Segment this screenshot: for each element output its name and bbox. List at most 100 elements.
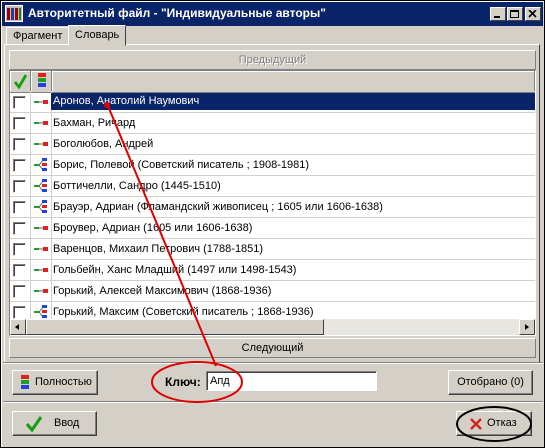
single-link-icon bbox=[34, 121, 48, 125]
minimize-button[interactable] bbox=[490, 7, 506, 21]
single-link-icon bbox=[34, 247, 48, 251]
row-type-cell bbox=[31, 113, 52, 133]
row-checkbox[interactable] bbox=[13, 285, 26, 298]
row-author-name: Брауэр, Адриан (Фламандский живописец ; … bbox=[53, 201, 383, 213]
stack-icon bbox=[21, 375, 29, 389]
row-check-cell bbox=[10, 239, 31, 259]
window-title: Авторитетный файл - "Индивидуальные авто… bbox=[28, 6, 326, 20]
list-item[interactable]: Брауэр, Адриан (Фламандский живописец ; … bbox=[10, 197, 535, 218]
check-column-header[interactable] bbox=[10, 71, 31, 91]
row-type-cell bbox=[31, 92, 52, 112]
row-author-name: Горький, Максим (Советский писатель ; 18… bbox=[53, 306, 314, 318]
list-header bbox=[10, 71, 535, 93]
full-button[interactable]: Полностью bbox=[12, 370, 98, 395]
maximize-icon bbox=[510, 10, 519, 18]
full-button-label: Полностью bbox=[35, 376, 92, 388]
enter-button[interactable]: Ввод bbox=[12, 411, 97, 436]
row-checkbox[interactable] bbox=[13, 138, 26, 151]
multi-link-icon bbox=[34, 305, 47, 318]
scroll-right-button[interactable] bbox=[519, 319, 535, 335]
cross-icon bbox=[470, 418, 482, 430]
row-checkbox[interactable] bbox=[13, 306, 26, 319]
row-author-name: Боголюбов, Андрей bbox=[53, 138, 154, 150]
multi-link-icon bbox=[34, 158, 47, 171]
row-author-name: Варенцов, Михаил Петрович (1788-1851) bbox=[53, 243, 264, 255]
list-item[interactable]: Аронов, Анатолий Наумович bbox=[10, 92, 535, 113]
minimize-icon bbox=[494, 16, 500, 18]
key-input[interactable]: Апд bbox=[206, 371, 377, 391]
row-type-cell bbox=[31, 281, 52, 301]
scroll-thumb[interactable] bbox=[26, 319, 324, 335]
row-check-cell bbox=[10, 260, 31, 280]
multi-link-icon bbox=[34, 179, 47, 192]
maximize-button[interactable] bbox=[507, 7, 523, 21]
row-author-name: Боттичелли, Сандро (1445-1510) bbox=[53, 180, 221, 192]
row-checkbox[interactable] bbox=[13, 201, 26, 214]
row-type-cell bbox=[31, 134, 52, 154]
list-item[interactable]: Бахман, Ричард bbox=[10, 113, 535, 134]
next-button[interactable]: Следующий bbox=[9, 338, 536, 358]
arrow-left-icon bbox=[15, 324, 19, 330]
horizontal-scrollbar[interactable] bbox=[10, 319, 535, 335]
row-type-cell bbox=[31, 155, 52, 175]
title-bar[interactable]: Авторитетный файл - "Индивидуальные авто… bbox=[2, 2, 543, 26]
cancel-button-label: Отказ bbox=[487, 417, 517, 429]
author-list: Аронов, Анатолий Наумович Бахман, Ричард Б… bbox=[9, 70, 536, 336]
row-type-cell bbox=[31, 176, 52, 196]
row-checkbox[interactable] bbox=[13, 180, 26, 193]
row-check-cell bbox=[10, 218, 31, 238]
row-check-cell bbox=[10, 197, 31, 217]
stack-icon bbox=[38, 73, 46, 87]
row-type-cell bbox=[31, 260, 52, 280]
row-checkbox[interactable] bbox=[13, 264, 26, 277]
row-check-cell bbox=[10, 176, 31, 196]
single-link-icon bbox=[34, 289, 48, 293]
checkmark-icon bbox=[13, 74, 28, 90]
tab-strip: Фрагмент Словарь bbox=[3, 25, 543, 46]
enter-button-label: Ввод bbox=[54, 417, 80, 429]
key-label: Ключ: bbox=[165, 375, 201, 389]
single-link-icon bbox=[34, 226, 48, 230]
scroll-left-button[interactable] bbox=[10, 319, 26, 335]
list-item[interactable]: Горький, Алексей Максимович (1868-1936) bbox=[10, 281, 535, 302]
row-author-name: Аронов, Анатолий Наумович bbox=[51, 93, 535, 110]
list-item[interactable]: Боттичелли, Сандро (1445-1510) bbox=[10, 176, 535, 197]
single-link-icon bbox=[34, 100, 48, 104]
list-item[interactable]: Варенцов, Михаил Петрович (1788-1851) bbox=[10, 239, 535, 260]
checkmark-icon bbox=[25, 416, 43, 433]
row-author-name: Бахман, Ричард bbox=[53, 117, 136, 129]
row-type-cell bbox=[31, 218, 52, 238]
selected-count-button[interactable]: Отобрано (0) bbox=[448, 370, 533, 395]
separator-bottom bbox=[3, 401, 543, 403]
row-checkbox[interactable] bbox=[13, 96, 26, 109]
tab-dictionary[interactable]: Словарь bbox=[68, 25, 127, 46]
name-column-header[interactable] bbox=[52, 71, 535, 91]
list-item[interactable]: Броувер, Адриан (1605 или 1606-1638) bbox=[10, 218, 535, 239]
previous-button[interactable]: Предыдущий bbox=[9, 50, 536, 70]
arrow-right-icon bbox=[525, 324, 529, 330]
app-icon bbox=[5, 5, 23, 22]
dialog-window: Авторитетный файл - "Индивидуальные авто… bbox=[0, 0, 545, 448]
tab-fragment[interactable]: Фрагмент bbox=[6, 27, 70, 45]
row-check-cell bbox=[10, 155, 31, 175]
row-check-cell bbox=[10, 134, 31, 154]
close-button[interactable] bbox=[525, 7, 541, 21]
row-checkbox[interactable] bbox=[13, 243, 26, 256]
list-item[interactable]: Гольбейн, Ханс Младший (1497 или 1498-15… bbox=[10, 260, 535, 281]
row-checkbox[interactable] bbox=[13, 117, 26, 130]
row-checkbox[interactable] bbox=[13, 222, 26, 235]
list-item[interactable]: Борис, Полевой (Советский писатель ; 190… bbox=[10, 155, 535, 176]
type-column-header[interactable] bbox=[31, 71, 52, 91]
separator-top bbox=[3, 362, 543, 364]
list-item[interactable]: Боголюбов, Андрей bbox=[10, 134, 535, 155]
multi-link-icon bbox=[34, 200, 47, 213]
row-author-name: Гольбейн, Ханс Младший (1497 или 1498-15… bbox=[53, 264, 297, 276]
row-checkbox[interactable] bbox=[13, 159, 26, 172]
row-author-name: Горький, Алексей Максимович (1868-1936) bbox=[53, 285, 272, 297]
row-check-cell bbox=[10, 113, 31, 133]
cancel-button[interactable]: Отказ bbox=[456, 411, 532, 436]
row-type-cell bbox=[31, 197, 52, 217]
row-author-name: Борис, Полевой (Советский писатель ; 190… bbox=[53, 159, 310, 171]
row-check-cell bbox=[10, 92, 31, 112]
single-link-icon bbox=[34, 268, 48, 272]
